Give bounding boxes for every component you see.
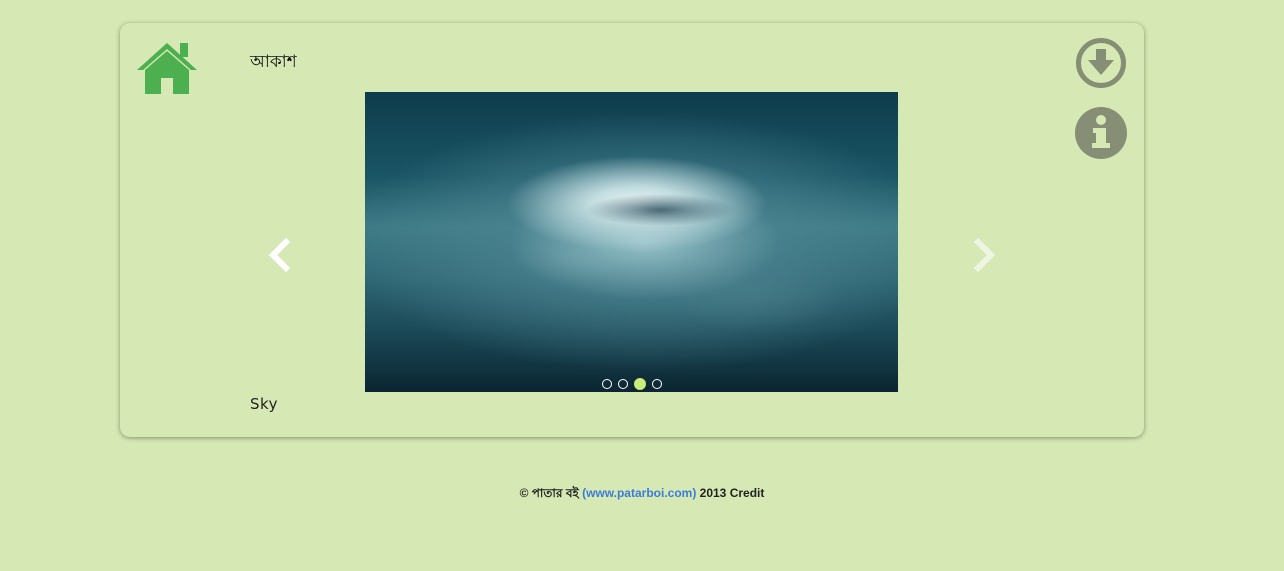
footer-copyright: © পাতার বই bbox=[519, 486, 583, 500]
footer: © পাতার বই (www.patarboi.com) 2013 Credi… bbox=[0, 485, 1284, 505]
slide-pagination bbox=[365, 378, 898, 390]
slide-caption: Sky bbox=[250, 395, 279, 413]
slide-dot-4[interactable] bbox=[651, 379, 662, 389]
chevron-right-icon[interactable] bbox=[968, 238, 998, 272]
slide-dot-1[interactable] bbox=[601, 379, 612, 389]
download-icon[interactable] bbox=[1075, 37, 1127, 89]
slide-dot-3[interactable] bbox=[633, 378, 646, 390]
page-title: আকাশ bbox=[250, 52, 297, 72]
content-card: আকাশ Sky bbox=[120, 23, 1144, 437]
footer-credit: 2013 Credit bbox=[696, 486, 765, 500]
chevron-left-icon[interactable] bbox=[266, 238, 296, 272]
slide-dot-2[interactable] bbox=[617, 379, 628, 389]
slide-image bbox=[365, 92, 898, 392]
footer-link[interactable]: (www.patarboi.com) bbox=[582, 486, 696, 500]
home-icon[interactable] bbox=[135, 40, 199, 96]
info-icon[interactable] bbox=[1075, 107, 1127, 159]
